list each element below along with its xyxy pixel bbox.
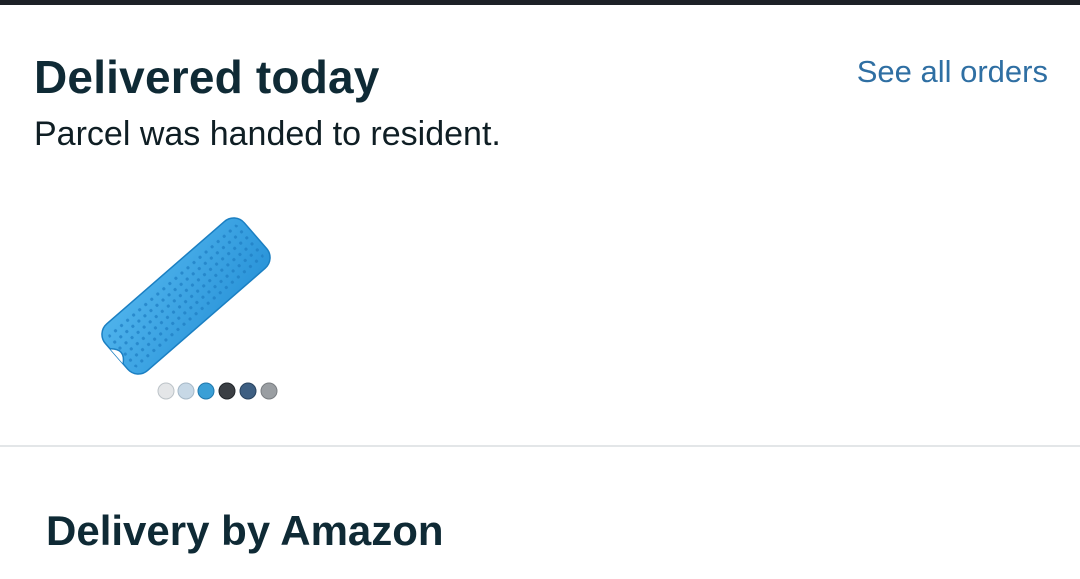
delivery-status-detail: Parcel was handed to resident. <box>34 115 501 153</box>
bath-mat-icon <box>101 217 278 400</box>
delivery-by-amazon-heading: Delivery by Amazon <box>46 507 444 554</box>
section-divider <box>0 445 1080 447</box>
delivery-status-card[interactable]: Delivered today See all orders Parcel wa… <box>0 5 1080 445</box>
see-all-orders-link[interactable]: See all orders <box>857 52 1048 92</box>
product-image[interactable] <box>86 205 286 405</box>
delivery-status-title: Delivered today <box>34 51 380 103</box>
color-swatches <box>157 382 278 400</box>
